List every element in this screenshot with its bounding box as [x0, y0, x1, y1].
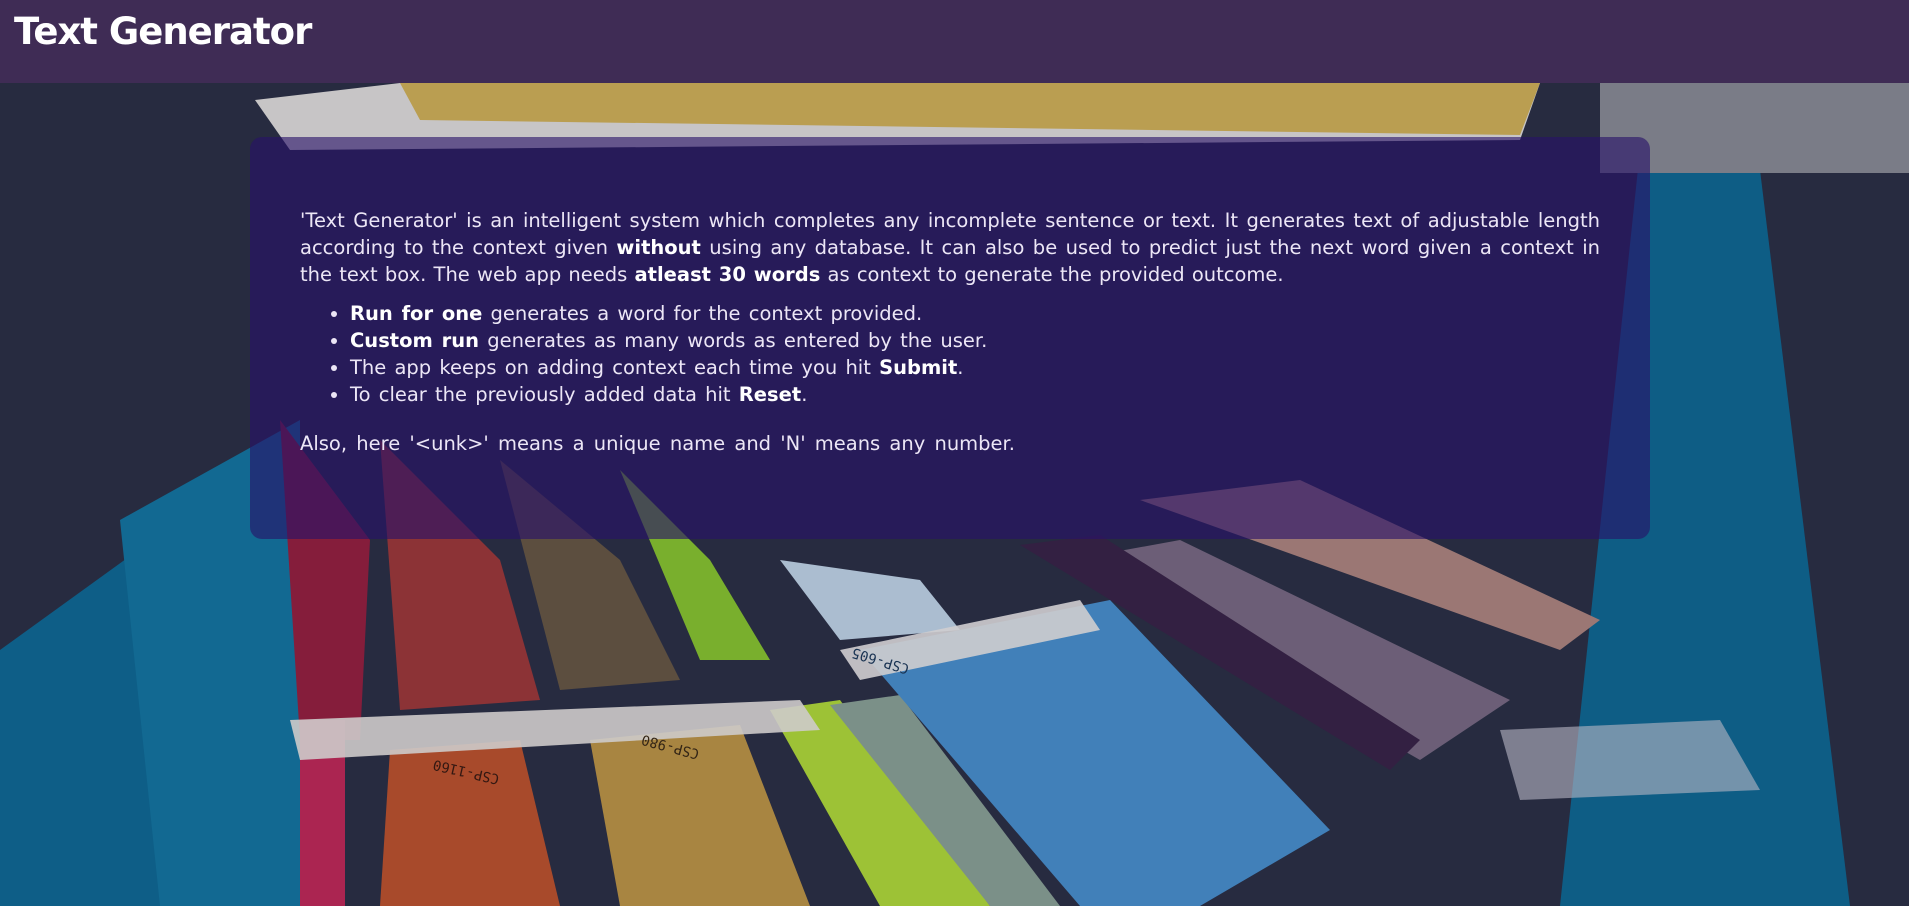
- list-item: The app keeps on adding context each tim…: [350, 354, 1600, 381]
- page-title: Text Generator: [14, 10, 312, 53]
- page: Text Generator CSP-605 CSP-980 CSP-1160 …: [0, 0, 1909, 906]
- list-item: Run for one generates a word for the con…: [350, 300, 1600, 327]
- top-bar: Text Generator: [0, 0, 1909, 83]
- instructions-list: Run for one generates a word for the con…: [300, 300, 1600, 408]
- info-panel: 'Text Generator' is an intelligent syste…: [250, 137, 1650, 539]
- emphasis-without: without: [616, 236, 701, 259]
- intro-paragraph: 'Text Generator' is an intelligent syste…: [300, 209, 1600, 286]
- list-item: Custom run generates as many words as en…: [350, 327, 1600, 354]
- list-item: To clear the previously added data hit R…: [350, 381, 1600, 408]
- emphasis-atleast-30-words: atleast 30 words: [634, 263, 821, 286]
- outro-note: Also, here '<unk>' means a unique name a…: [300, 432, 1015, 455]
